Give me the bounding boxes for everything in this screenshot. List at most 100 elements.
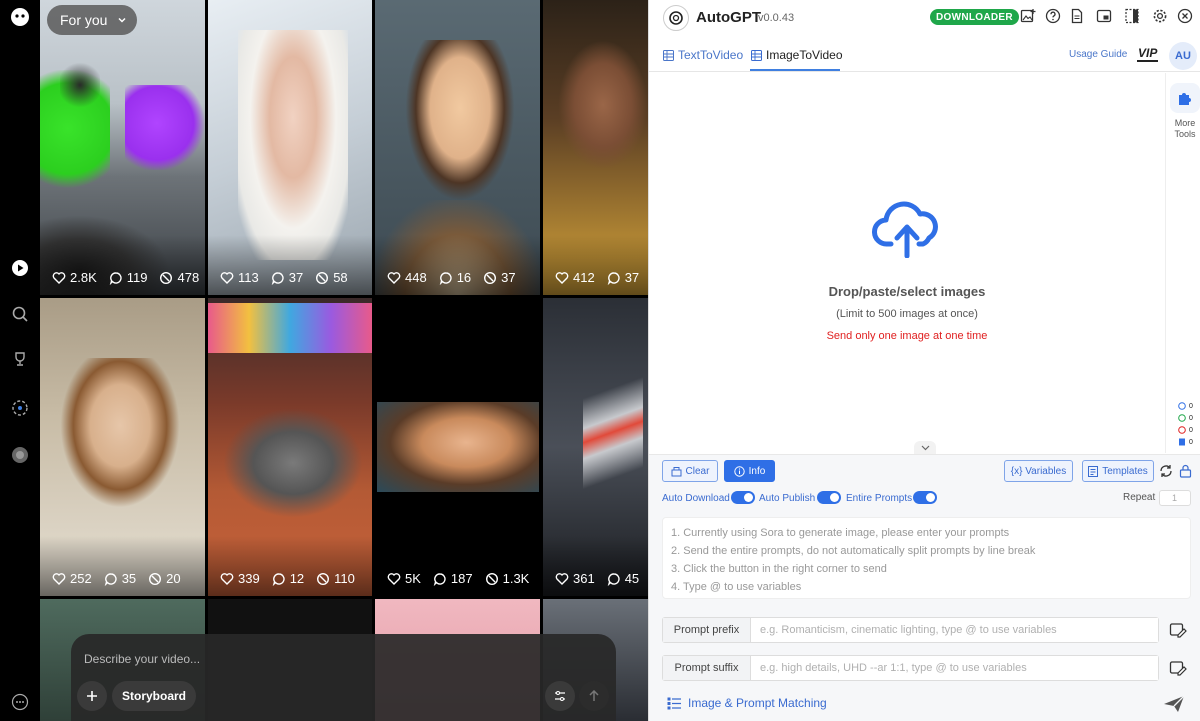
like-count[interactable]: 448: [387, 270, 427, 285]
video-feed-icon[interactable]: [10, 258, 30, 278]
image-prompt-matching-button[interactable]: Image & Prompt Matching: [667, 696, 827, 710]
usage-guide-link[interactable]: Usage Guide: [1069, 49, 1127, 60]
profile-avatar-icon[interactable]: [10, 445, 30, 465]
more-icon[interactable]: [10, 692, 30, 712]
entire-prompts-label: Entire Prompts: [846, 493, 913, 504]
split-view-icon[interactable]: [1123, 7, 1141, 25]
drop-limit: (Limit to 500 images at once): [836, 308, 978, 320]
comment-count[interactable]: 35: [104, 571, 136, 586]
comment-count[interactable]: 119: [109, 270, 147, 285]
app-logo-icon[interactable]: [10, 7, 30, 27]
gear-icon[interactable]: [1151, 7, 1169, 25]
vip-badge[interactable]: VIP: [1137, 46, 1159, 62]
like-count[interactable]: 2.8K: [52, 270, 97, 285]
like-count[interactable]: 361: [555, 571, 595, 586]
comment-icon: [104, 572, 117, 586]
document-icon[interactable]: [1068, 7, 1086, 25]
like-count[interactable]: 252: [52, 571, 92, 586]
edit-suffix-icon[interactable]: [1167, 657, 1189, 679]
clock-icon: [1178, 402, 1186, 410]
activity-icon[interactable]: [10, 398, 30, 418]
for-you-dropdown[interactable]: For you: [47, 5, 137, 35]
heart-icon: [52, 271, 66, 284]
info-button[interactable]: Info: [724, 460, 775, 482]
variables-button[interactable]: {x} Variables: [1004, 460, 1073, 482]
comment-count[interactable]: 37: [607, 270, 639, 285]
remix-count[interactable]: 20: [148, 571, 181, 586]
comment-count[interactable]: 37: [271, 270, 303, 285]
comment-count[interactable]: 45: [607, 571, 639, 586]
app-name: AutoGPT: [696, 9, 761, 26]
refresh-icon[interactable]: [1159, 464, 1173, 483]
tab-image-to-video[interactable]: ImageToVideo: [751, 48, 843, 62]
lock-icon[interactable]: [1179, 464, 1192, 483]
storyboard-button[interactable]: Storyboard: [112, 681, 197, 711]
comment-count[interactable]: 12: [272, 571, 304, 586]
like-count[interactable]: 339: [220, 571, 260, 586]
video-tile[interactable]: 339 12 110: [208, 298, 372, 596]
collapse-toggle[interactable]: [914, 441, 936, 454]
remix-icon: [160, 271, 173, 284]
comment-icon: [433, 572, 446, 586]
video-tile[interactable]: 2.8K 119 478: [40, 0, 205, 295]
remix-count[interactable]: 1.3K: [485, 571, 529, 586]
chevron-down-icon: [921, 445, 929, 450]
video-tile[interactable]: 412 37: [543, 0, 648, 295]
grid-icon: [751, 49, 762, 61]
prompt-suffix-field: Prompt suffix: [662, 655, 1159, 681]
prompt-suffix-label: Prompt suffix: [663, 656, 751, 680]
remix-count[interactable]: 478: [159, 270, 199, 285]
more-tools-label: More Tools: [1174, 118, 1196, 139]
entire-prompts-toggle[interactable]: [913, 491, 937, 504]
like-count[interactable]: 5K: [387, 571, 421, 586]
close-icon[interactable]: [1176, 7, 1194, 25]
settings-sliders-button[interactable]: [545, 681, 575, 711]
like-count[interactable]: 412: [555, 270, 595, 285]
auto-download-toggle[interactable]: [731, 491, 755, 504]
avatar[interactable]: AU: [1169, 42, 1197, 70]
prompt-suffix-input[interactable]: [751, 656, 1158, 680]
video-tile[interactable]: 252 35 20: [40, 298, 205, 596]
picture-in-picture-icon[interactable]: [1095, 7, 1113, 25]
remix-count[interactable]: 110: [316, 571, 355, 586]
sliders-icon: [555, 691, 565, 701]
video-tile[interactable]: 361 45: [543, 298, 648, 596]
remix-count[interactable]: 37: [483, 270, 516, 285]
repeat-label: Repeat: [1123, 492, 1156, 503]
comment-count[interactable]: 16: [439, 270, 471, 285]
repeat-input[interactable]: 1: [1159, 490, 1191, 506]
templates-button[interactable]: Templates: [1082, 460, 1154, 482]
auto-publish-toggle[interactable]: [817, 491, 841, 504]
send-icon[interactable]: [1163, 695, 1185, 718]
video-tile[interactable]: 448 16 37: [375, 0, 540, 295]
image-drop-zone[interactable]: Drop/paste/select images (Limit to 500 i…: [649, 73, 1165, 453]
add-button[interactable]: [77, 681, 107, 711]
search-icon[interactable]: [10, 304, 30, 324]
heart-icon: [387, 271, 401, 284]
trophy-icon[interactable]: [10, 349, 30, 369]
like-count[interactable]: 113: [220, 270, 259, 285]
edit-prefix-icon[interactable]: [1167, 619, 1189, 641]
chevron-down-icon: [118, 17, 126, 23]
success-counter: 0: [1178, 414, 1193, 422]
arrow-up-icon: [589, 690, 599, 701]
prompts-textarea[interactable]: 1. Currently using Sora to generate imag…: [662, 517, 1191, 599]
comment-count[interactable]: 187: [433, 571, 473, 586]
help-icon[interactable]: [1044, 7, 1062, 25]
comment-icon: [272, 572, 285, 586]
downloader-button[interactable]: DOWNLOADER: [930, 9, 1019, 25]
heart-icon: [555, 271, 569, 284]
submit-button[interactable]: [579, 681, 609, 711]
remix-icon: [316, 271, 329, 284]
more-tools-button[interactable]: [1170, 83, 1200, 113]
control-panel: Clear Info {x} Variables Templates Auto …: [649, 454, 1200, 721]
remix-count[interactable]: 58: [315, 270, 348, 285]
openai-logo-icon: [663, 5, 689, 31]
clear-button[interactable]: Clear: [662, 460, 718, 482]
tab-text-to-video[interactable]: TextToVideo: [663, 48, 743, 62]
describe-video-input[interactable]: Describe your video...: [84, 652, 200, 666]
video-tile[interactable]: 113 37 58: [208, 0, 372, 295]
video-tile[interactable]: 5K 187 1.3K: [375, 298, 540, 596]
prompt-prefix-input[interactable]: [751, 618, 1158, 642]
image-add-icon[interactable]: [1019, 7, 1037, 25]
